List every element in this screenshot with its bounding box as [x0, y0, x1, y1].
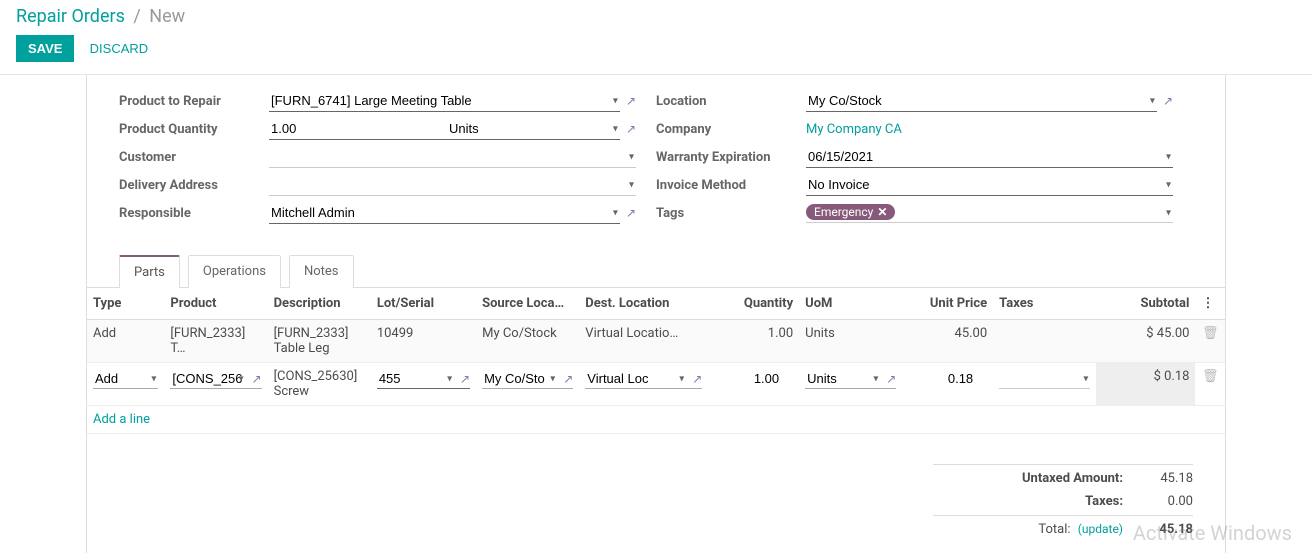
cell-product: [FURN_2333] T…: [164, 320, 267, 363]
cell-dest: Virtual Locatio…: [579, 320, 708, 363]
total-label: Total:: [1038, 522, 1070, 537]
col-description[interactable]: Description: [268, 288, 371, 320]
cell-price-input[interactable]: [908, 369, 987, 388]
cell-uom-input[interactable]: [805, 369, 896, 389]
col-price[interactable]: Unit Price: [902, 288, 993, 320]
tag-remove-icon[interactable]: ✕: [877, 205, 887, 219]
parts-table: Type Product Description Lot/Serial Sour…: [87, 288, 1225, 434]
col-options[interactable]: ⋮: [1195, 288, 1225, 320]
cell-type-input[interactable]: [93, 369, 158, 389]
breadcrumb-root[interactable]: Repair Orders: [16, 6, 125, 27]
col-lot[interactable]: Lot/Serial: [371, 288, 476, 320]
discard-button[interactable]: DISCARD: [78, 35, 161, 62]
product-to-repair-input[interactable]: [269, 90, 620, 112]
delivery-address-label: Delivery Address: [119, 178, 269, 193]
taxes-label: Taxes:: [933, 494, 1123, 509]
col-type[interactable]: Type: [87, 288, 164, 320]
total-value: 45.18: [1123, 522, 1193, 537]
form-left-column: Product to Repair ▾ ↗ Product Quantity ▾: [119, 87, 656, 227]
invoice-method-label: Invoice Method: [656, 178, 806, 193]
customer-input[interactable]: [269, 146, 636, 168]
tag-emergency[interactable]: Emergency✕: [806, 204, 895, 220]
cell-description: [FURN_2333] Table Leg: [268, 320, 371, 363]
action-bar: SAVE DISCARD: [0, 31, 1312, 75]
cell-qty-input[interactable]: [714, 369, 793, 388]
breadcrumb-separator: /: [133, 6, 140, 27]
cell-uom: Units: [799, 320, 902, 363]
warranty-input[interactable]: [806, 146, 1173, 168]
cell-sub: $ 0.18: [1096, 363, 1195, 406]
company-link[interactable]: My Company CA: [806, 122, 902, 137]
product-uom-input[interactable]: [447, 118, 620, 140]
breadcrumb: Repair Orders / New: [0, 0, 1312, 31]
external-link-icon[interactable]: ↗: [626, 122, 636, 136]
col-source[interactable]: Source Loca…: [476, 288, 579, 320]
cell-dest-input[interactable]: [585, 369, 702, 389]
save-button[interactable]: SAVE: [16, 35, 74, 62]
table-row[interactable]: Add [FURN_2333] T… [FURN_2333] Table Leg…: [87, 320, 1225, 363]
cell-sub: $ 45.00: [1096, 320, 1195, 363]
trash-icon[interactable]: 🗑: [1202, 369, 1219, 384]
tab-operations[interactable]: Operations: [188, 255, 281, 288]
external-link-icon[interactable]: ↗: [563, 372, 573, 386]
external-link-icon[interactable]: ↗: [252, 372, 262, 386]
responsible-input[interactable]: [269, 202, 620, 224]
add-line-row: Add a line: [87, 406, 1225, 434]
location-input[interactable]: [806, 90, 1157, 112]
external-link-icon[interactable]: ↗: [692, 372, 702, 386]
invoice-method-input[interactable]: [806, 174, 1173, 196]
cell-tax: [993, 320, 1096, 363]
tags-label: Tags: [656, 206, 806, 221]
col-subtotal[interactable]: Subtotal: [1096, 288, 1195, 320]
product-quantity-input[interactable]: [269, 118, 447, 140]
col-uom[interactable]: UoM: [799, 288, 902, 320]
cell-src-input[interactable]: [482, 369, 573, 389]
cell-product-input[interactable]: [170, 369, 261, 389]
tabs: Parts Operations Notes: [119, 255, 1193, 288]
responsible-label: Responsible: [119, 206, 269, 221]
location-label: Location: [656, 94, 806, 109]
product-quantity-label: Product Quantity: [119, 122, 269, 137]
cell-lot-input[interactable]: [377, 369, 470, 389]
external-link-icon[interactable]: ↗: [626, 94, 636, 108]
cell-src: My Co/Stock: [476, 320, 579, 363]
tab-pane-parts: Type Product Description Lot/Serial Sour…: [87, 287, 1225, 434]
external-link-icon[interactable]: ↗: [886, 372, 896, 386]
cell-type: Add: [87, 320, 164, 363]
external-link-icon[interactable]: ↗: [460, 372, 470, 386]
chevron-down-icon: ▾: [1166, 207, 1171, 218]
taxes-value: 0.00: [1123, 494, 1193, 509]
untaxed-value: 45.18: [1123, 471, 1193, 486]
form-right-column: Location ▾ ↗ Company My Company CA Warra…: [656, 87, 1193, 227]
col-dest[interactable]: Dest. Location: [579, 288, 708, 320]
tab-notes[interactable]: Notes: [289, 255, 354, 288]
add-line-link[interactable]: Add a line: [93, 412, 150, 427]
delivery-address-input[interactable]: [269, 174, 636, 196]
external-link-icon[interactable]: ↗: [626, 206, 636, 220]
form-sheet: Product to Repair ▾ ↗ Product Quantity ▾: [86, 75, 1226, 553]
table-row[interactable]: ▾ ▾↗ [CONS_25630] Screw ▾↗ ▾↗ ▾↗ ▾↗ ▾ $ …: [87, 363, 1225, 406]
breadcrumb-current: New: [149, 6, 185, 27]
cell-lot: 10499: [371, 320, 476, 363]
cell-description[interactable]: [CONS_25630] Screw: [268, 363, 371, 406]
external-link-icon[interactable]: ↗: [1163, 94, 1173, 108]
warranty-label: Warranty Expiration: [656, 150, 806, 165]
col-quantity[interactable]: Quantity: [708, 288, 799, 320]
update-link[interactable]: (update): [1078, 522, 1123, 536]
product-to-repair-label: Product to Repair: [119, 94, 269, 109]
company-label: Company: [656, 122, 806, 137]
cell-price: 45.00: [902, 320, 993, 363]
untaxed-label: Untaxed Amount:: [933, 471, 1123, 486]
customer-label: Customer: [119, 150, 269, 165]
cell-tax-input[interactable]: [999, 369, 1090, 389]
tab-parts[interactable]: Parts: [119, 255, 180, 288]
totals: Untaxed Amount: 45.18 Taxes: 0.00 Total:…: [933, 464, 1193, 541]
cell-qty: 1.00: [708, 320, 799, 363]
col-product[interactable]: Product: [164, 288, 267, 320]
col-taxes[interactable]: Taxes: [993, 288, 1096, 320]
trash-icon[interactable]: 🗑: [1202, 326, 1219, 341]
